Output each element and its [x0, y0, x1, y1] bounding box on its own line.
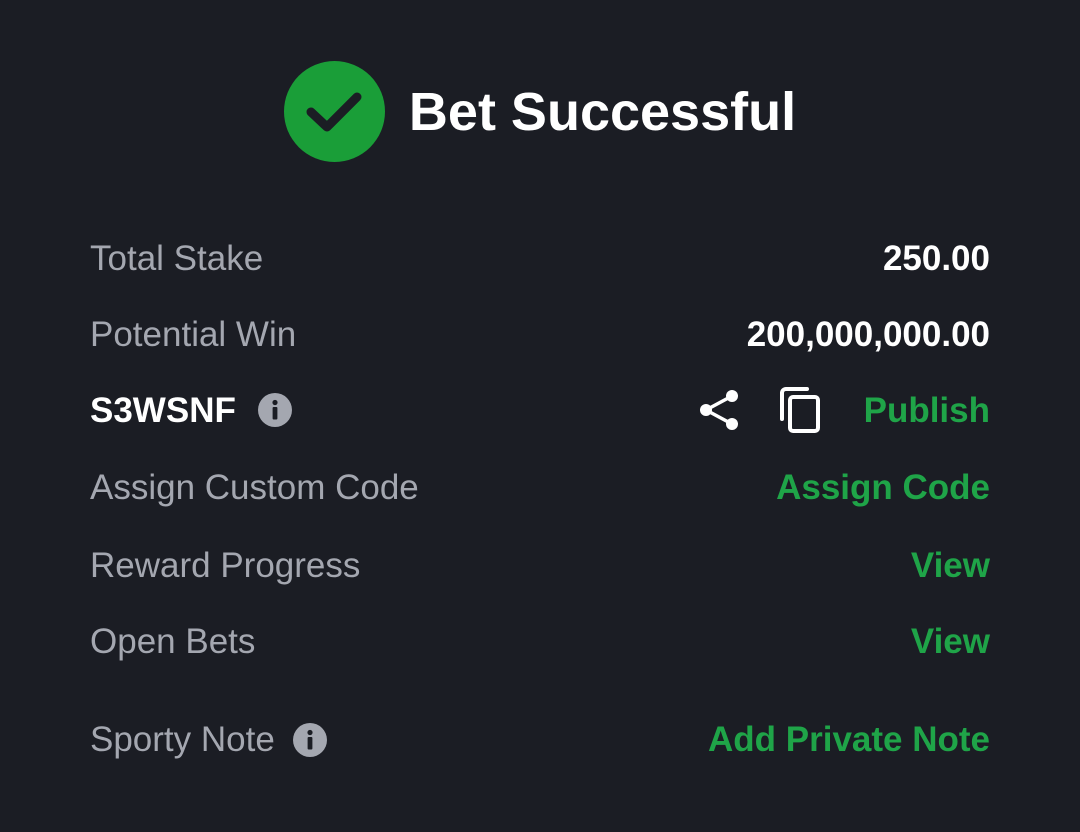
potential-win-value: 200,000,000.00: [746, 315, 990, 354]
total-stake-label: Total Stake: [90, 239, 264, 278]
sporty-note-group: Sporty Note: [90, 722, 327, 757]
reward-progress-view-link[interactable]: View: [911, 548, 990, 583]
add-private-note-link[interactable]: Add Private Note: [708, 722, 990, 757]
page-title: Bet Successful: [408, 81, 797, 142]
total-stake-row: Total Stake 250.00: [90, 241, 990, 276]
check-circle-icon: [283, 61, 385, 162]
reward-progress-row: Reward Progress View: [90, 548, 990, 583]
share-icon[interactable]: [698, 389, 740, 431]
sporty-note-row: Sporty Note Add Private Note: [90, 722, 990, 757]
reward-progress-label: Reward Progress: [90, 546, 361, 585]
sporty-note-label: Sporty Note: [90, 720, 275, 759]
booking-code-actions: Publish: [698, 386, 990, 434]
total-stake-value: 250.00: [882, 239, 990, 278]
open-bets-label: Open Bets: [90, 622, 256, 661]
potential-win-row: Potential Win 200,000,000.00: [90, 317, 990, 352]
booking-code-group: S3WSNF: [90, 393, 292, 428]
assign-code-link[interactable]: Assign Code: [776, 470, 990, 505]
publish-link[interactable]: Publish: [864, 393, 990, 428]
booking-code: S3WSNF: [90, 390, 236, 430]
custom-code-row: Assign Custom Code Assign Code: [90, 470, 990, 505]
success-header: Bet Successful: [0, 61, 1080, 162]
open-bets-view-link[interactable]: View: [911, 624, 990, 659]
copy-icon[interactable]: [778, 386, 822, 434]
info-icon[interactable]: [257, 393, 292, 427]
booking-code-row: S3WSNF Publish: [90, 386, 990, 434]
info-icon[interactable]: [292, 722, 327, 757]
custom-code-label: Assign Custom Code: [90, 468, 419, 507]
open-bets-row: Open Bets View: [90, 624, 990, 659]
potential-win-label: Potential Win: [90, 315, 297, 354]
